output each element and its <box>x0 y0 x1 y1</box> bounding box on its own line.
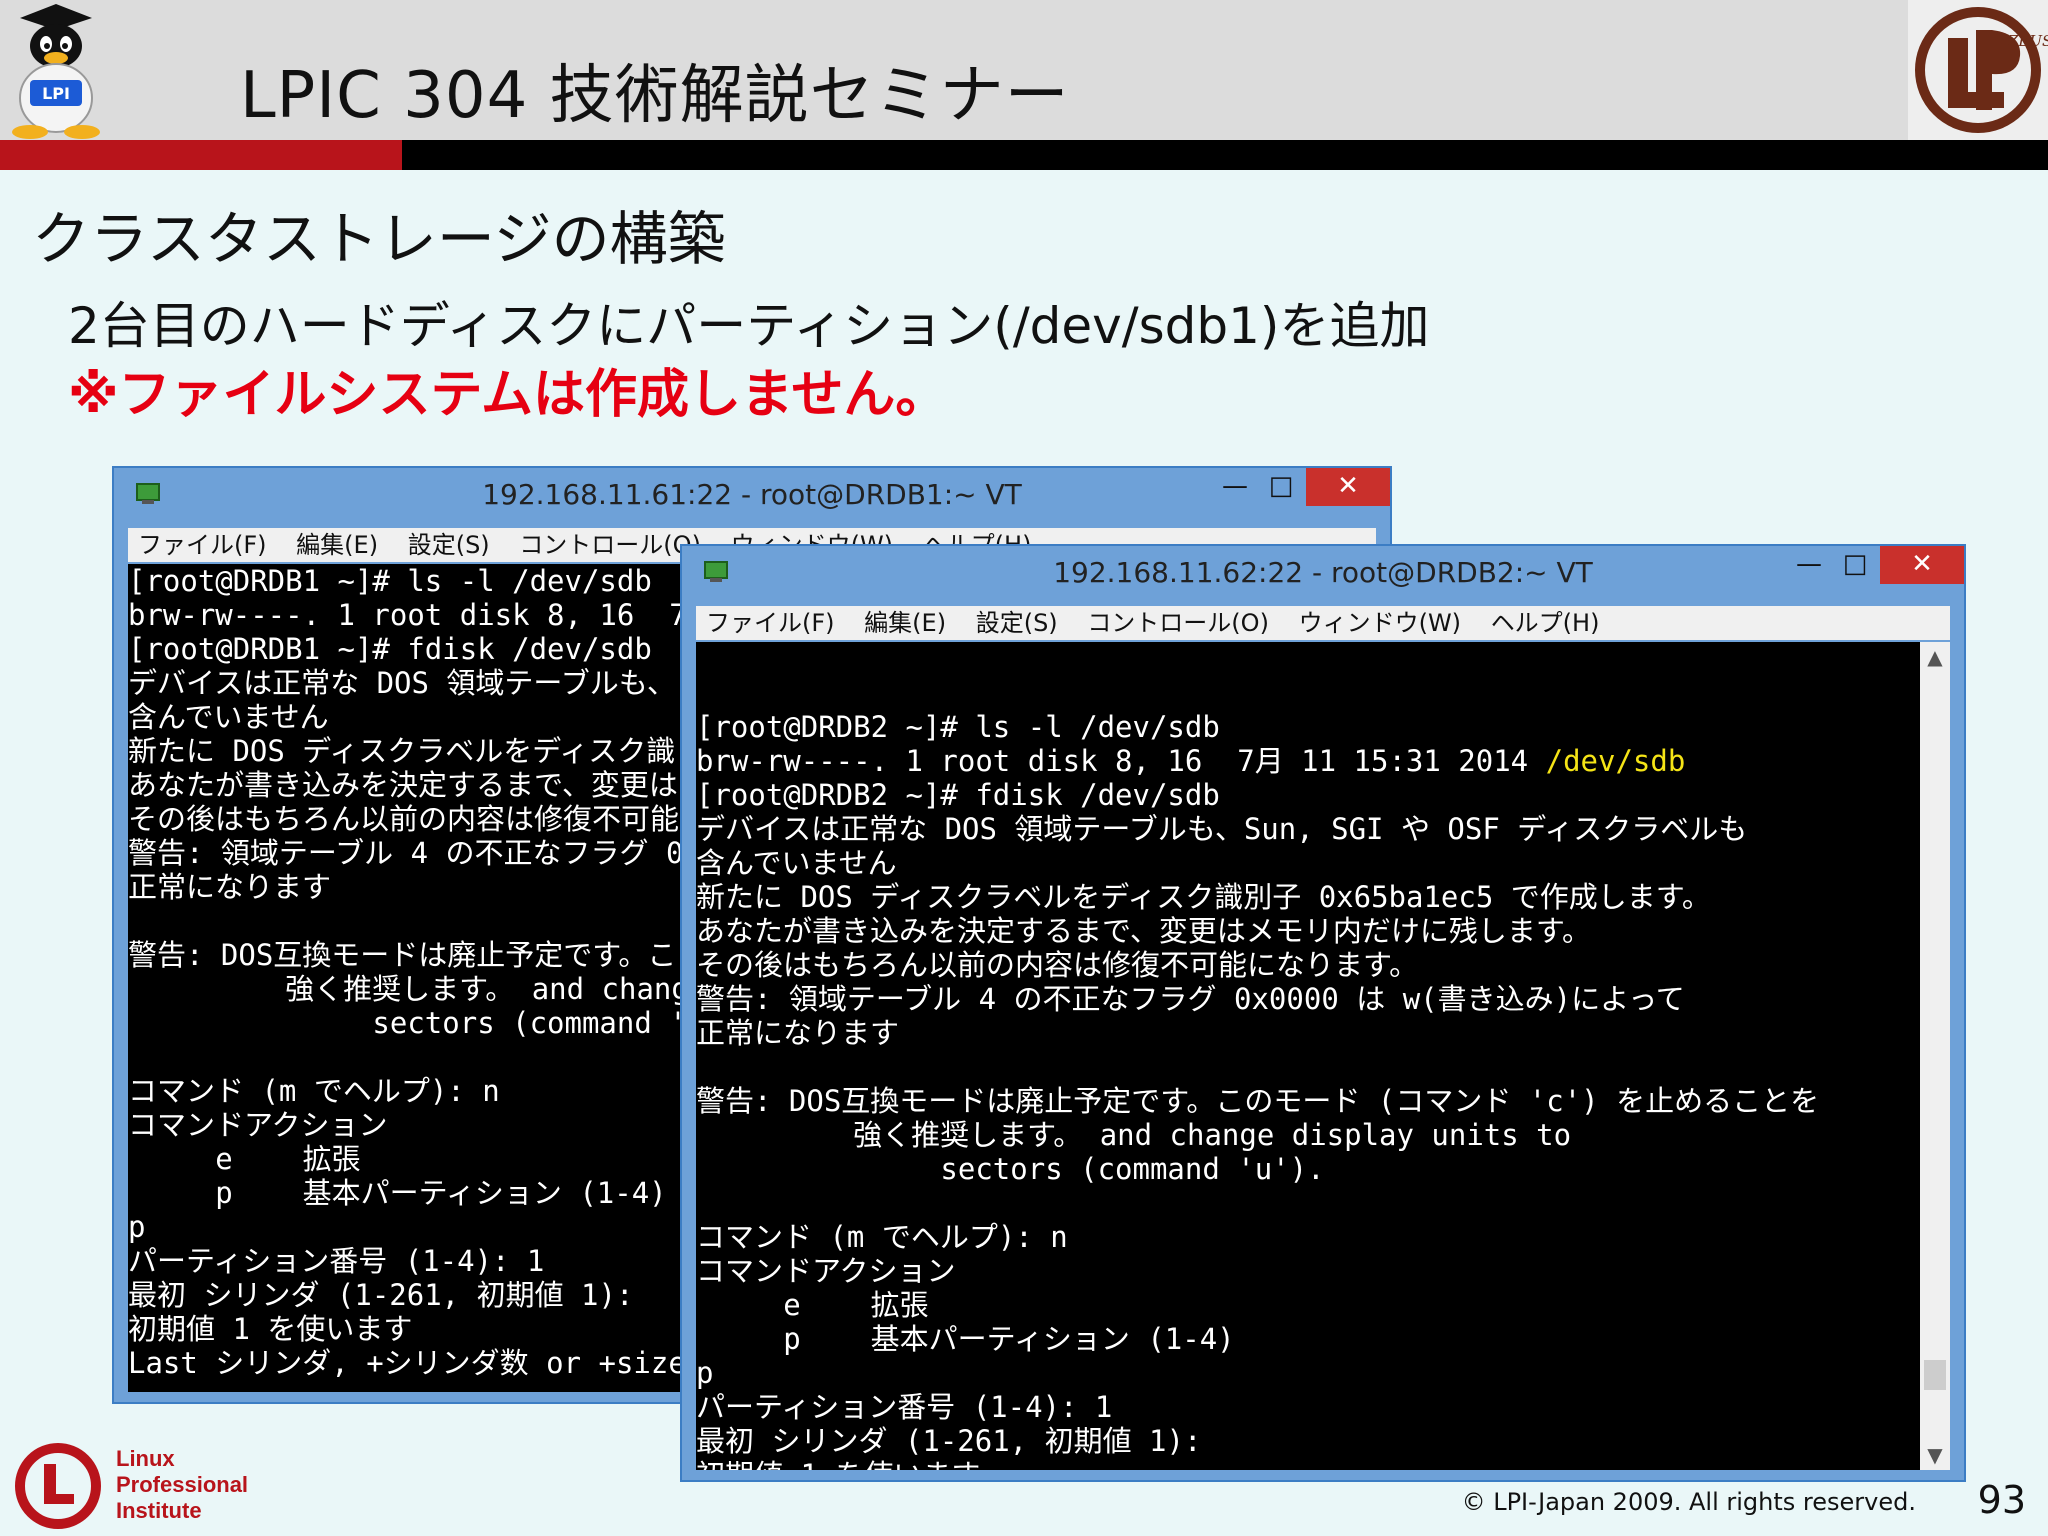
menu-file[interactable]: ファイル(F) <box>706 606 835 640</box>
lpi-logo-line: Institute <box>116 1498 202 1523</box>
window-frame: 192.168.11.62:22 - root@DRDB2:~ VT — □ ✕… <box>682 546 1964 1480</box>
svg-text:LPI: LPI <box>42 84 70 103</box>
terminal-line: 新たに DOS ディスクラベルをディスク識別子 0x65ba1ec5 で作成しま… <box>696 880 1711 914</box>
window-title: 192.168.11.62:22 - root@DRDB2:~ VT <box>1053 556 1593 589</box>
lpi-logo-line: Professional <box>116 1472 249 1497</box>
window-titlebar[interactable]: 192.168.11.61:22 - root@DRDB1:~ VT — □ ✕ <box>114 468 1390 520</box>
terminal-line: その後はもちろん以前の内容は修復不可能になります。 <box>696 948 1419 982</box>
menu-control[interactable]: コントロール(O) <box>519 528 701 562</box>
menu-edit[interactable]: 編集(E) <box>296 528 378 562</box>
terminal-line: 警告: 領域テーブル 4 の不正なフラグ 0x0000 は w(書き込み)によっ… <box>696 982 1685 1016</box>
minimize-button[interactable]: — <box>1212 468 1258 506</box>
header-divider-bar <box>402 140 2048 170</box>
terminal-line: sectors (command 'u'). <box>696 1152 1325 1186</box>
terminal-line: [root@DRDB2 ~]# ls -l /dev/sdb <box>696 710 1220 744</box>
lpi-emblem-icon <box>15 1443 101 1529</box>
menu-file[interactable]: ファイル(F) <box>138 528 267 562</box>
terminal-line: [root@DRDB2 ~]# fdisk /dev/sdb <box>696 778 1220 812</box>
terminal-line: 含んでいません <box>696 846 897 880</box>
terminal-line: 正常になります <box>696 1016 900 1050</box>
terminal-line: あなたが書き込みを決定するまで、変更はメモリ内だけに残します。 <box>696 914 1591 948</box>
maximize-button[interactable]: □ <box>1258 468 1304 506</box>
menu-window[interactable]: ウィンドウ(W) <box>1299 606 1461 640</box>
menu-help[interactable]: ヘルプ(H) <box>1491 606 1600 640</box>
menu-edit[interactable]: 編集(E) <box>864 606 946 640</box>
terminal-line: 初期値 1 を使います <box>696 1458 1950 1470</box>
window-title: 192.168.11.61:22 - root@DRDB1:~ VT <box>482 478 1022 511</box>
terminal-line: brw-rw----. 1 root disk 8, 16 7月 11 15:3… <box>696 744 1950 778</box>
scroll-up-icon[interactable]: ▲ <box>1920 642 1950 672</box>
terminal-line: p <box>696 1356 714 1390</box>
terminal-line: 警告: DOS互換モードは廃止予定です。このモード (コマンド 'c') を止め… <box>696 1084 1820 1118</box>
zeus-lp-logo: ZEUS <box>1908 0 2048 140</box>
terminal-line: 最初 シリンダ (1-261, 初期値 1): <box>696 1424 1202 1458</box>
terminal-line: e 拡張 <box>696 1288 929 1322</box>
close-button[interactable]: ✕ <box>1306 468 1390 506</box>
svg-text:ZEUS: ZEUS <box>2007 32 2048 50</box>
menu-control[interactable]: コントロール(O) <box>1087 606 1269 640</box>
terminal-line: コマンドアクション <box>696 1254 956 1288</box>
copyright-notice: © LPI-Japan 2009. All rights reserved. <box>1461 1488 1916 1516</box>
page-number: 93 <box>1977 1478 2026 1522</box>
lpi-logo: Linux Professional Institute <box>14 1440 264 1530</box>
minimize-button[interactable]: — <box>1786 546 1832 584</box>
window-titlebar[interactable]: 192.168.11.62:22 - root@DRDB2:~ VT — □ ✕ <box>682 546 1964 598</box>
penguin-graduate-icon: LPI <box>12 4 100 139</box>
terminal-window-drdb2[interactable]: 192.168.11.62:22 - root@DRDB2:~ VT — □ ✕… <box>680 544 1966 1482</box>
slide-note: ※ファイルシステムは作成しません。 <box>68 365 948 425</box>
lpi-logo-line: Linux <box>116 1446 175 1471</box>
vertical-scrollbar[interactable]: ▲ ▼ <box>1920 642 1950 1470</box>
device-path-highlight: /dev/sdb <box>1545 744 1686 778</box>
header-accent-bar <box>0 140 402 170</box>
menu-bar: ファイル(F) 編集(E) 設定(S) コントロール(O) ウィンドウ(W) ヘ… <box>696 606 1950 640</box>
slide-title: クラスタストレージの構築 <box>32 205 726 273</box>
scrollbar-thumb[interactable] <box>1924 1360 1946 1390</box>
menu-setup[interactable]: 設定(S) <box>408 528 490 562</box>
terminal-output[interactable]: [root@DRDB2 ~]# ls -l /dev/sdb brw-rw----… <box>696 642 1950 1470</box>
terminal-line: コマンド (m でヘルプ): n <box>696 1220 1068 1254</box>
slide-subtitle: 2台目のハードディスクにパーティション(/dev/sdb1)を追加 <box>68 297 1430 355</box>
slide-header: LPI LPIC 304 技術解説セミナー ZEUS <box>0 0 2048 140</box>
maximize-button[interactable]: □ <box>1832 546 1878 584</box>
close-button[interactable]: ✕ <box>1880 546 1964 584</box>
terminal-line: デバイスは正常な DOS 領域テーブルも、Sun, SGI や OSF ディスク… <box>696 812 1748 846</box>
terminal-line: 強く推奨します。 and change display units to <box>696 1118 1572 1152</box>
terminal-line: p 基本パーティション (1-4) <box>696 1322 1235 1356</box>
terminal-line: パーティション番号 (1-4): 1 <box>696 1390 1113 1424</box>
menu-setup[interactable]: 設定(S) <box>976 606 1058 640</box>
scroll-down-icon[interactable]: ▼ <box>1920 1440 1950 1470</box>
header-title: LPIC 304 技術解説セミナー <box>240 59 1070 133</box>
terminal-line-text: brw-rw----. 1 root disk 8, 16 7月 11 15:3… <box>696 744 1546 778</box>
